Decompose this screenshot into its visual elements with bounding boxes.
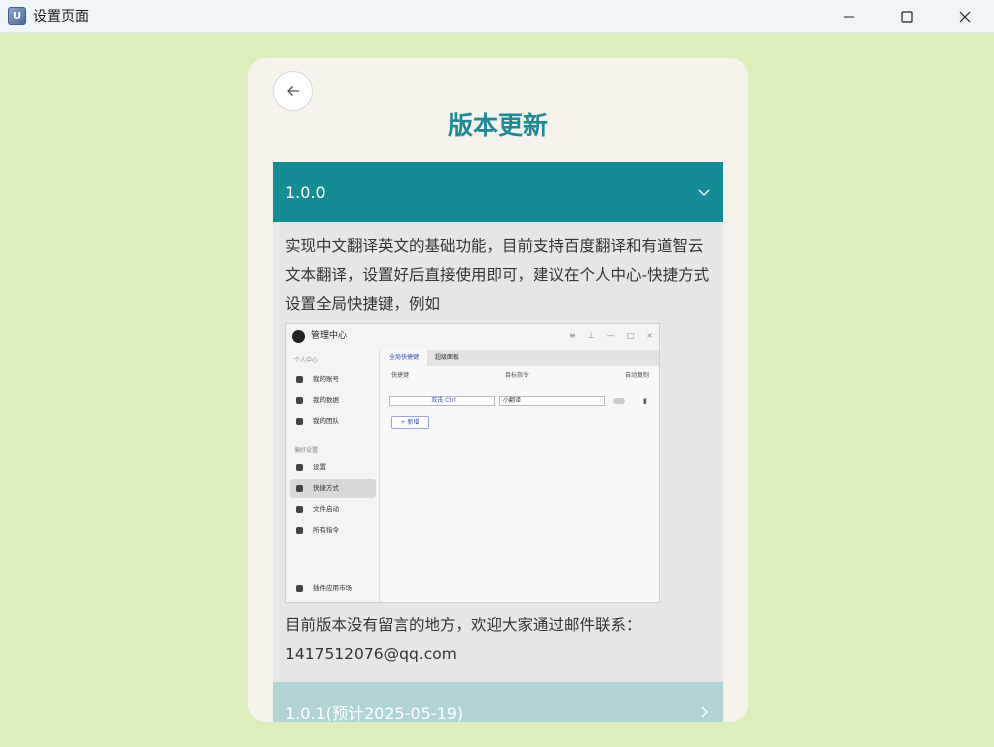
update-card: 版本更新 1.0.0 实现中文翻译英文的基础功能，目前支持百度翻译和有道智云文本…	[248, 58, 748, 722]
sidebar-item: 设置	[290, 458, 376, 477]
window-controls	[820, 0, 994, 33]
window-titlebar: U 设置页面	[0, 0, 994, 33]
maximize-button[interactable]	[878, 0, 936, 33]
accordion-label: 1.0.0	[285, 182, 326, 202]
screenshot-tab: 全局快捷键	[381, 350, 428, 366]
arrow-left-icon	[287, 86, 299, 96]
list-icon	[296, 397, 303, 404]
chevron-right-icon	[701, 706, 708, 718]
accordion-header-1-0-1[interactable]: 1.0.1(预计2025-05-19)	[273, 682, 723, 722]
target-field: 小翻译	[499, 396, 605, 406]
screenshot-logo-icon	[292, 329, 305, 343]
accordion-body-1-0-0: 实现中文翻译英文的基础功能，目前支持百度翻译和有道智云文本翻译，设置好后直接使用…	[273, 222, 723, 682]
rocket-icon	[296, 506, 303, 513]
screenshot-tab: 超级面板	[435, 354, 460, 361]
screenshot-title: 管理中心	[311, 330, 348, 341]
send-icon	[296, 527, 303, 534]
column-header: 目标指令	[504, 372, 529, 379]
sidebar-item-label: 我的账号	[313, 375, 339, 384]
toggle-switch	[613, 398, 625, 404]
sidebar-item: 所有指令	[290, 521, 376, 540]
sidebar-item-label: 所有指令	[313, 526, 339, 535]
contact-text: 目前版本没有留言的地方，欢迎大家通过邮件联系：1417512076@qq.com	[285, 616, 642, 663]
screenshot-window-controls: ≡ ⊥ — □ ×	[569, 332, 653, 340]
chevron-down-icon	[698, 189, 710, 196]
screenshot-titlebar: 管理中心 ≡ ⊥ — □ ×	[286, 324, 659, 348]
sidebar-item: 我的账号	[290, 370, 376, 389]
shortcut-field: 双击 Ctrl	[389, 396, 495, 406]
sidebar-section-label: 偏好设置	[294, 447, 319, 454]
screenshot-columns: 快捷键 目标指令 自动复制	[381, 366, 659, 379]
screenshot-row: 双击 Ctrl 小翻译 ▮	[389, 396, 647, 406]
screenshot-sidebar: 个人中心 我的账号 我的数据 我的团队 偏好设置 设置 快捷方式 文件启动 所有…	[286, 350, 380, 602]
minimize-icon	[844, 16, 854, 17]
sidebar-item: 我的数据	[290, 391, 376, 410]
column-header: 快捷键	[391, 372, 410, 379]
accordion-label: 1.0.1(预计2025-05-19)	[285, 704, 464, 722]
trash-icon: ▮	[643, 396, 647, 405]
sidebar-item: 文件启动	[290, 500, 376, 519]
team-icon	[296, 418, 303, 425]
column-header: 自动复制	[624, 372, 649, 379]
maximize-icon	[901, 10, 913, 23]
menu-icon: ≡	[569, 331, 576, 340]
close-icon	[959, 11, 971, 22]
screenshot-tabs: 全局快捷键 超级面板	[381, 350, 659, 366]
sidebar-item-label: 我的数据	[313, 396, 339, 405]
maximize-icon: □	[626, 331, 635, 340]
minimize-button[interactable]	[820, 0, 878, 33]
sidebar-section-label: 个人中心	[294, 357, 319, 364]
screenshot-add-button: + 新增	[391, 416, 429, 429]
share-icon	[296, 485, 303, 492]
sidebar-item-label: 设置	[313, 463, 326, 472]
sidebar-item: 我的团队	[290, 412, 376, 431]
sidebar-item-label: 快捷方式	[313, 484, 339, 493]
app-icon: U	[8, 7, 26, 25]
page-title: 版本更新	[447, 111, 548, 140]
sidebar-item-label: 文件启动	[313, 505, 339, 514]
sidebar-item-label: 我的团队	[313, 417, 339, 426]
close-button[interactable]	[936, 0, 994, 33]
pin-icon: ⊥	[587, 331, 595, 340]
release-notes-text: 实现中文翻译英文的基础功能，目前支持百度翻译和有道智云文本翻译，设置好后直接使用…	[285, 237, 710, 313]
minimize-icon: —	[606, 331, 615, 340]
example-screenshot: 管理中心 ≡ ⊥ — □ × 个人中心 我的账号 我的数据 我的团队 偏好设置 …	[285, 323, 660, 603]
gear-icon	[296, 464, 303, 471]
user-icon	[296, 376, 303, 383]
window-title: 设置页面	[33, 9, 89, 25]
back-button[interactable]	[273, 71, 313, 111]
sidebar-footer-label: 插件应用市场	[313, 584, 352, 593]
grid-icon	[296, 585, 303, 592]
sidebar-footer: 插件应用市场	[290, 579, 376, 598]
accordion-header-1-0-0[interactable]: 1.0.0	[273, 162, 723, 222]
sidebar-item: 快捷方式	[290, 479, 376, 498]
screenshot-main: 全局快捷键 超级面板 快捷键 目标指令 自动复制 双击 Ctrl 小翻译 ▮ +…	[381, 350, 659, 602]
close-icon: ×	[646, 331, 653, 340]
